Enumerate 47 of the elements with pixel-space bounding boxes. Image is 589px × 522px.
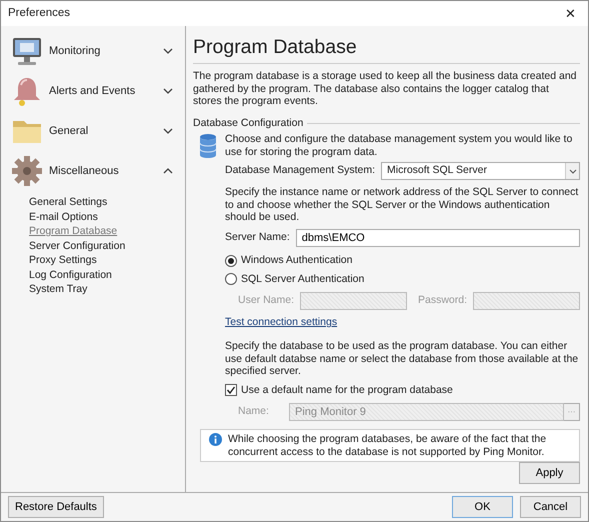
restore-defaults-button[interactable]: Restore Defaults bbox=[8, 496, 104, 518]
close-button[interactable]: ✕ bbox=[561, 4, 580, 24]
radio-label: SQL Server Authentication bbox=[241, 272, 364, 286]
nav-link-item[interactable]: Program Database bbox=[29, 225, 118, 238]
radio-button[interactable] bbox=[225, 273, 237, 286]
nav-link-item[interactable]: General Settings bbox=[29, 196, 108, 210]
info-icon bbox=[209, 433, 222, 446]
info-text: While choosing the program databases, be aware of the fact that the concurrent access to the database is not supported by Ping Monitor. bbox=[228, 433, 548, 458]
page-title: Program Database bbox=[193, 34, 580, 64]
apply-button[interactable]: Apply bbox=[519, 462, 580, 484]
nav-link-item[interactable]: System Tray bbox=[29, 283, 88, 296]
description-text: The program database is a storage used to keep all the business data created and gathered by the program. The database also contains the logger catalog that stores the program events. bbox=[193, 70, 578, 108]
checkbox[interactable] bbox=[225, 384, 237, 396]
caret-icon bbox=[568, 168, 576, 174]
field-label: Password: bbox=[418, 293, 468, 308]
nav-link-item[interactable]: E-mail Options bbox=[29, 210, 98, 224]
group-header[interactable]: Alerts and Events bbox=[49, 82, 157, 100]
nav-link-item[interactable]: Proxy Settings bbox=[29, 254, 97, 268]
gear-icon bbox=[11, 155, 43, 187]
radio-label: Windows Authentication bbox=[241, 252, 352, 268]
hint-text: Specify the instance name or network address of the SQL Server to connect to and choose whether the SQL Server or the Windows authentication should be used. bbox=[225, 186, 580, 224]
group-header[interactable]: General bbox=[49, 122, 157, 140]
section-title: Database Configuration bbox=[193, 116, 304, 130]
chevron-icon[interactable] bbox=[163, 47, 173, 55]
group-header[interactable]: Miscellaneous bbox=[49, 162, 157, 180]
chevron-icon[interactable] bbox=[163, 87, 173, 95]
checkbox-label: Use a default name for the program database bbox=[241, 382, 453, 398]
field-label: Name: bbox=[238, 404, 270, 420]
nav-link-item[interactable]: Server Configuration bbox=[29, 240, 126, 253]
dbms-dropdown[interactable]: Microsoft SQL Server bbox=[381, 162, 580, 180]
intro-text: Choose and configure the database management system you would like to use for storing the program data. bbox=[225, 133, 574, 158]
radio-button[interactable] bbox=[225, 254, 237, 267]
server-name-field[interactable]: dbms\EMCO bbox=[296, 228, 580, 247]
window-title: Preferences bbox=[8, 6, 70, 21]
field-label: Database Management System: bbox=[225, 163, 375, 178]
ok-button[interactable]: OK bbox=[452, 496, 513, 518]
hint-text: Specify the database to be used as the program database. You can either use default databse name or select the database from those available at the specified server. bbox=[225, 340, 580, 378]
field-label: User Name: bbox=[238, 293, 294, 308]
chevron-icon[interactable] bbox=[163, 127, 173, 135]
group-header[interactable]: Monitoring bbox=[49, 42, 157, 60]
monitor-icon bbox=[11, 35, 43, 67]
field-label: Server Name: bbox=[225, 230, 290, 245]
database-icon bbox=[199, 133, 217, 160]
chevron-icon[interactable] bbox=[163, 167, 173, 175]
cancel-button[interactable]: Cancel bbox=[520, 496, 581, 518]
nav-link-item[interactable]: Log Configuration bbox=[29, 268, 112, 282]
test-connection-link[interactable]: Test connection settings bbox=[225, 315, 338, 331]
